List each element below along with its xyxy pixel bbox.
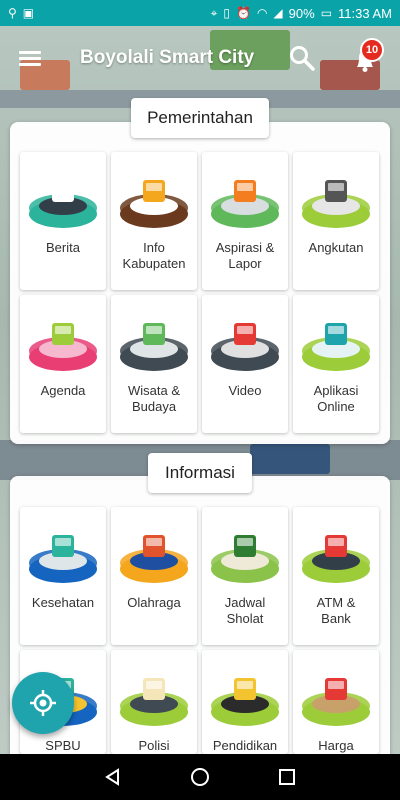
section-title-pemerintahan: Pemerintahan — [131, 98, 269, 138]
alarm-icon: ⏰ — [235, 6, 251, 20]
news-icon — [29, 180, 97, 228]
menu-tile-harga[interactable]: Harga — [293, 650, 379, 754]
menu-tile-atm-bank[interactable]: ATM & Bank — [293, 507, 379, 645]
menu-tile-label: Harga — [318, 738, 354, 753]
battery-percent: 90% — [288, 5, 315, 21]
menu-tile-label: ATM & Bank — [316, 595, 356, 626]
menu-tile-label: Polisi — [138, 738, 170, 753]
back-icon[interactable] — [103, 767, 123, 787]
menu-tile-label: SPBU — [45, 738, 81, 753]
health-icon — [29, 535, 97, 583]
menu-tile-olahraga[interactable]: Olahraga — [111, 507, 197, 645]
hamburger-icon — [19, 48, 41, 69]
crosshair-icon — [30, 690, 56, 716]
menu-tile-agenda[interactable]: Agenda — [20, 295, 106, 433]
menu-tile-label: Berita — [46, 240, 80, 255]
menu-tile-label: Aspirasi & Lapor — [215, 240, 275, 271]
menu-tile-label: Pendidikan — [212, 738, 278, 753]
menu-tile-label: Angkutan — [308, 240, 364, 255]
menu-tile-aplikasi-online[interactable]: Aplikasi Online — [293, 295, 379, 433]
menu-button[interactable] — [0, 26, 60, 90]
bus-icon — [302, 180, 370, 228]
menu-tile-label: Olahraga — [127, 595, 181, 610]
agenda-icon — [29, 323, 97, 371]
page-title: Boyolali Smart City — [80, 47, 255, 68]
online-app-icon — [302, 323, 370, 371]
home-icon[interactable] — [190, 767, 210, 787]
menu-tile-label: Agenda — [40, 383, 86, 398]
menu-tile-label: Video — [228, 383, 262, 398]
app-notification-icon: ▣ — [22, 6, 35, 20]
menu-tile-label: Kesehatan — [31, 595, 95, 610]
location-fab[interactable] — [12, 672, 74, 734]
menu-tile-info-kabupaten[interactable]: Info Kabupaten — [111, 152, 197, 290]
system-nav-bar — [0, 754, 400, 800]
menu-tile-aspirasi-lapor[interactable]: Aspirasi & Lapor — [202, 152, 288, 290]
clock: 11:33 AM — [338, 5, 392, 21]
recents-icon[interactable] — [277, 767, 297, 787]
wifi-icon: ◠ — [256, 6, 268, 20]
menu-tile-kesehatan[interactable]: Kesehatan — [20, 507, 106, 645]
battery-icon: ▭ — [320, 6, 333, 20]
education-icon — [211, 678, 279, 726]
mosque-icon — [211, 535, 279, 583]
aspiration-icon — [211, 180, 279, 228]
section-title-informasi: Informasi — [148, 453, 252, 493]
usb-icon: ⚲ — [8, 6, 17, 20]
info-kabupaten-icon — [120, 180, 188, 228]
menu-tile-label: Wisata & Budaya — [127, 383, 180, 414]
sports-icon — [120, 535, 188, 583]
tourism-icon — [120, 323, 188, 371]
menu-tile-video[interactable]: Video — [202, 295, 288, 433]
menu-tile-wisata-budaya[interactable]: Wisata & Budaya — [111, 295, 197, 433]
menu-tile-label: Aplikasi Online — [313, 383, 359, 414]
menu-tile-pendidikan[interactable]: Pendidikan — [202, 650, 288, 754]
status-bar: ⚲ ▣ ⌖ ▯ ⏰ ◠ ◢ 90% ▭ 11:33 AM — [0, 0, 400, 26]
menu-tile-angkutan[interactable]: Angkutan — [293, 152, 379, 290]
menu-tile-polisi[interactable]: Polisi — [111, 650, 197, 754]
location-icon: ⌖ — [210, 5, 218, 20]
vibrate-icon: ▯ — [223, 6, 230, 20]
app-bar: Boyolali Smart City — [0, 26, 400, 90]
price-icon — [302, 678, 370, 726]
police-icon — [120, 678, 188, 726]
signal-icon: ◢ — [273, 6, 283, 20]
menu-tile-label: Info Kabupaten — [122, 240, 186, 271]
atm-icon — [302, 535, 370, 583]
menu-tile-label: Jadwal Sholat — [224, 595, 266, 626]
menu-tile-jadwal-sholat[interactable]: Jadwal Sholat — [202, 507, 288, 645]
menu-tile-berita[interactable]: Berita — [20, 152, 106, 290]
search-icon[interactable] — [288, 44, 316, 72]
notification-badge: 10 — [360, 38, 384, 62]
video-icon — [211, 323, 279, 371]
